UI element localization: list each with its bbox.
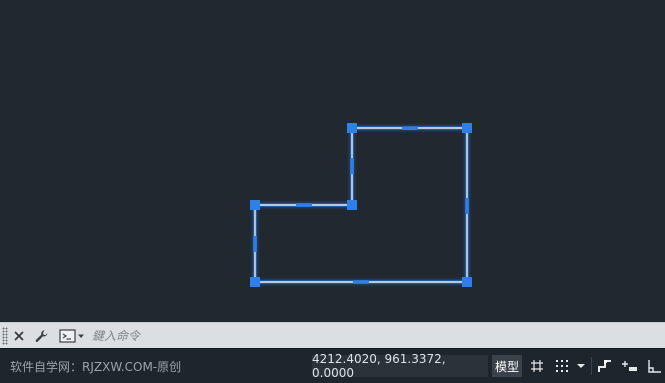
- model-space-button[interactable]: 模型: [492, 355, 522, 377]
- grip-vertex-bottom-left: [250, 277, 260, 287]
- command-input[interactable]: [88, 326, 665, 346]
- wrench-icon[interactable]: [32, 326, 52, 346]
- command-prompt-icon[interactable]: [58, 326, 88, 346]
- grip-vertex-inner: [347, 200, 357, 210]
- grip-mid-inner-v: [350, 158, 354, 174]
- dynamic-input-icon[interactable]: [620, 355, 640, 377]
- drawing-viewport[interactable]: [0, 0, 665, 322]
- grip-mid-inner-h: [296, 203, 312, 207]
- dropdown-arrow-icon[interactable]: [574, 355, 588, 377]
- infer-constraints-icon[interactable]: [595, 355, 615, 377]
- watermark-text: 软件自学网：RJZXW.COM-原创: [10, 360, 182, 374]
- separator: [591, 357, 592, 375]
- status-bar: 软件自学网：RJZXW.COM-原创 4212.4020, 961.3372, …: [0, 348, 665, 383]
- chevron-down-icon: [78, 334, 84, 338]
- grip-mid-bottom: [353, 280, 369, 284]
- drawing-canvas[interactable]: [0, 0, 665, 322]
- snap-grid-icon[interactable]: [552, 355, 572, 377]
- grip-mid-left: [253, 236, 257, 252]
- coordinate-readout[interactable]: 4212.4020, 961.3372, 0.0000: [312, 352, 488, 380]
- close-icon[interactable]: [11, 326, 27, 346]
- grid-icon[interactable]: [527, 355, 547, 377]
- ortho-icon[interactable]: [645, 355, 665, 377]
- drag-handle-icon[interactable]: [2, 327, 8, 345]
- grip-vertex-top-right: [462, 123, 472, 133]
- grip-vertex-top-left: [347, 123, 357, 133]
- grip-vertex-left-top: [250, 200, 260, 210]
- grip-mid-right: [465, 198, 469, 214]
- grip-vertex-bottom-right: [462, 277, 472, 287]
- selected-polyline[interactable]: [253, 126, 469, 284]
- grip-mid-top: [402, 126, 418, 130]
- command-line-bar: [0, 322, 665, 349]
